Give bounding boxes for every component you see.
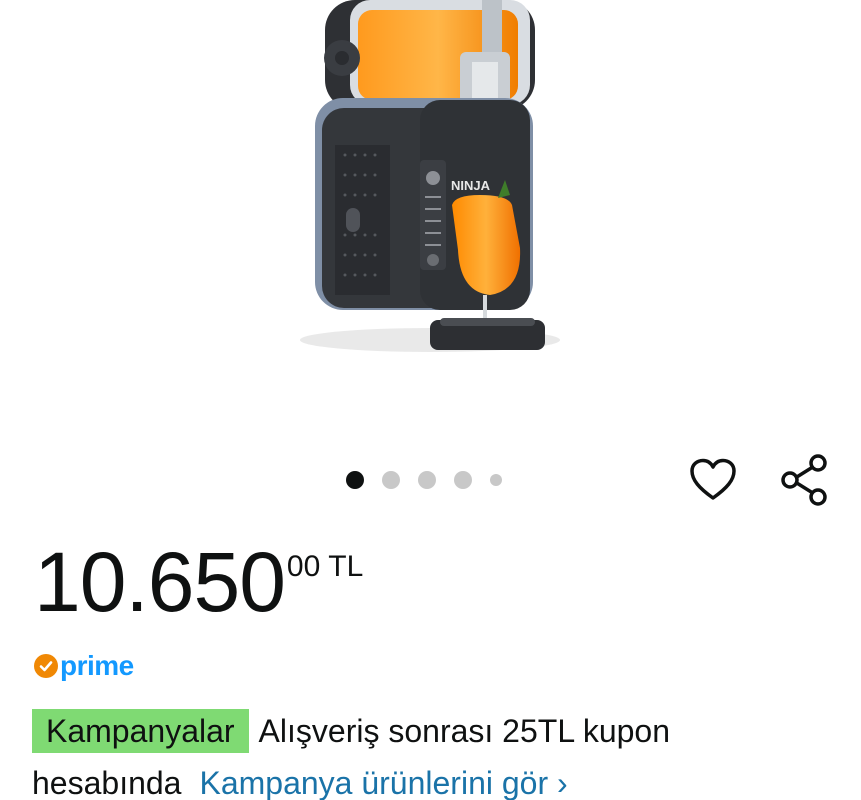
price-fraction: 00 <box>286 550 321 583</box>
wishlist-button[interactable] <box>688 455 738 505</box>
product-price: 10.650 00 TL <box>34 540 363 624</box>
carousel-dots <box>346 468 520 492</box>
promotion-link-label: Kampanya ürünlerini gör <box>199 765 549 800</box>
price-currency: TL <box>328 550 364 583</box>
promotion-text-line1: Alışveriş sonrası 25TL kupon <box>258 713 670 749</box>
carousel-dot-3[interactable] <box>418 471 436 489</box>
prime-badge: prime <box>34 650 134 682</box>
prime-label: prime <box>60 650 134 681</box>
share-icon <box>781 454 827 506</box>
brand-logo: NINJA <box>451 178 491 193</box>
carousel-dot-2[interactable] <box>382 471 400 489</box>
slush-machine-illustration: NINJA <box>300 0 560 352</box>
chevron-right-icon: › <box>557 765 568 800</box>
carousel-dot-4[interactable] <box>454 471 472 489</box>
promotion-text-line2: hesabında <box>32 765 182 800</box>
share-button[interactable] <box>777 452 831 508</box>
price-whole: 10.650 <box>34 535 286 629</box>
promotion-products-link[interactable]: Kampanya ürünlerini gör › <box>199 765 567 800</box>
prime-check-icon <box>34 654 58 678</box>
heart-outline-icon <box>690 458 736 500</box>
carousel-dot-1[interactable] <box>346 471 364 489</box>
product-page: NINJA 10.650 00 TL prime Kampanyalar Alı… <box>0 0 861 800</box>
promotion-badge: Kampanyalar <box>32 709 249 753</box>
promotion-row: Kampanyalar Alışveriş sonrası 25TL kupon … <box>32 705 852 800</box>
product-image[interactable]: NINJA <box>240 0 620 400</box>
carousel-dot-5[interactable] <box>490 474 502 486</box>
